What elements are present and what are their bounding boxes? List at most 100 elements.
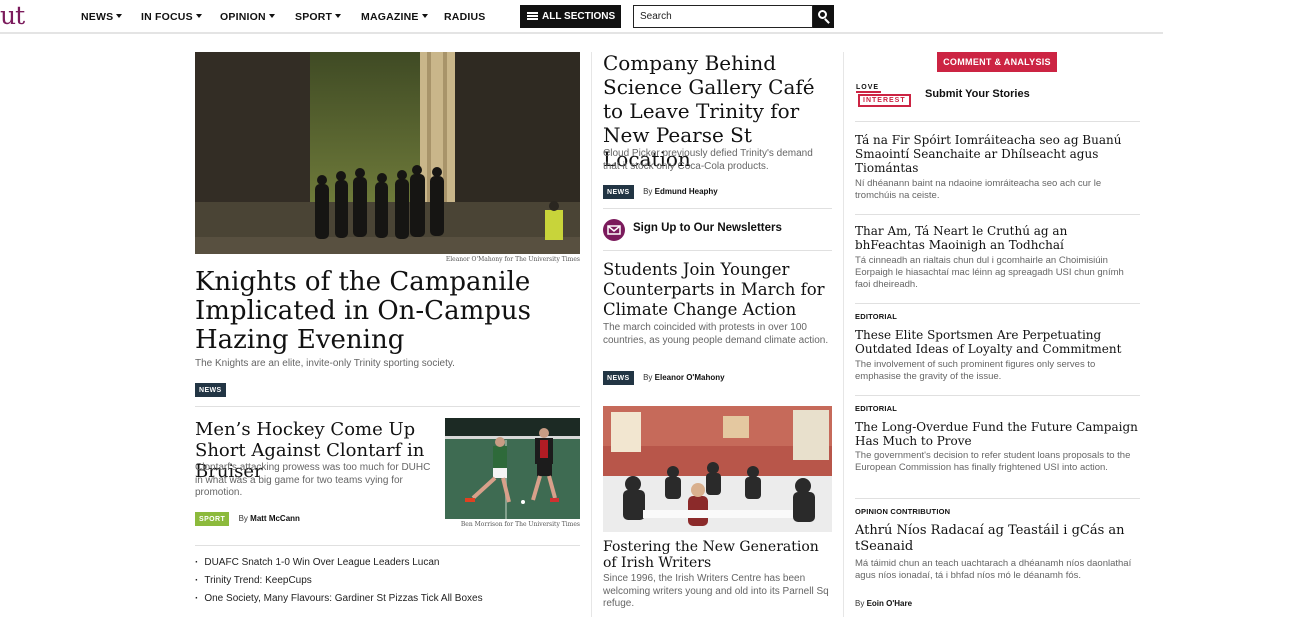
- climate-byline: By Eleanor O'Mahony: [643, 373, 725, 382]
- byline-prefix: By: [643, 373, 653, 382]
- comment-dek: Ní dhéanann baint na ndaoine iomráiteach…: [855, 178, 1102, 201]
- all-sections-label: ALL SECTIONS: [542, 11, 616, 22]
- byline-prefix: By: [238, 514, 248, 523]
- comment-analysis-label[interactable]: COMMENT & ANALYSIS: [937, 52, 1057, 72]
- newsletter-signup[interactable]: Sign Up to Our Newsletters: [603, 219, 832, 241]
- search-button[interactable]: [813, 5, 834, 28]
- climate-author-link[interactable]: Eleanor O'Mahony: [655, 373, 725, 382]
- divider: [603, 250, 832, 251]
- comment-dek: Má táimid chun an teach uachtarach a dhé…: [855, 558, 1132, 581]
- divider: [855, 498, 1140, 499]
- comment-dek: Tá cinneadh an rialtais chun dul i gcomh…: [855, 255, 1124, 290]
- more-story-link[interactable]: Trinity Trend: KeepCups: [204, 575, 311, 586]
- nav-magazine-label: MAGAZINE: [361, 11, 419, 23]
- lead-story-headline[interactable]: Knights of the Campanile Implicated in O…: [195, 268, 580, 355]
- writers-photo[interactable]: [603, 406, 832, 532]
- science-gallery-byline: By Edmund Heaphy: [643, 187, 718, 196]
- nav-in-focus-label: IN FOCUS: [141, 11, 193, 23]
- comment-headline[interactable]: These Elite Sportsmen Are Perpetuating O…: [855, 328, 1140, 356]
- lead-photo-credit: Eleanor O'Mahony for The University Time…: [445, 256, 580, 263]
- nav-radius[interactable]: RADIUS: [444, 11, 485, 23]
- love-logo-line2: INTEREST: [858, 94, 911, 107]
- divider: [855, 121, 1140, 122]
- nav-news-label: NEWS: [81, 11, 114, 23]
- divider: [603, 208, 832, 209]
- hockey-photo[interactable]: [445, 418, 580, 519]
- science-gallery-dek: Cloud Picker previously defied Trinity's…: [603, 148, 813, 172]
- search-input[interactable]: [633, 5, 813, 28]
- hockey-author-link[interactable]: Matt McCann: [250, 514, 300, 523]
- sport-tag[interactable]: SPORT: [195, 512, 230, 526]
- news-tag[interactable]: NEWS: [603, 185, 634, 199]
- lead-story-photo[interactable]: [195, 52, 580, 254]
- top-navigation-bar: ut NEWS IN FOCUS OPINION SPORT MAGAZINE …: [0, 0, 1163, 34]
- campanile-night-image: [195, 52, 580, 254]
- section-label-editorial[interactable]: EDITORIAL: [855, 312, 897, 321]
- news-tag[interactable]: NEWS: [603, 371, 634, 385]
- climate-byline-row: NEWS By Eleanor O'Mahony: [603, 367, 725, 385]
- writers-centre-image: [603, 406, 832, 532]
- comment-byline: By Eoin O'Hare: [855, 599, 912, 608]
- comment-author-link[interactable]: Eoin O'Hare: [867, 599, 912, 608]
- byline-prefix: By: [855, 599, 865, 608]
- list-item[interactable]: One Society, Many Flavours: Gardiner St …: [195, 593, 482, 611]
- nav-sport-label: SPORT: [295, 11, 333, 23]
- hockey-photo-credit: Ben Morrison for The University Times: [460, 521, 580, 528]
- all-sections-button[interactable]: ALL SECTIONS: [520, 5, 621, 28]
- caret-down-icon: [116, 14, 123, 18]
- newsletter-label: Sign Up to Our Newsletters: [633, 222, 782, 234]
- writers-dek: Since 1996, the Irish Writers Centre has…: [603, 573, 829, 609]
- comment-headline[interactable]: Thar Am, Tá Neart le Cruthú ag an bhFeac…: [855, 224, 1140, 252]
- section-label-opinion-contribution[interactable]: OPINION CONTRIBUTION: [855, 507, 950, 516]
- science-gallery-byline-row: NEWS By Edmund Heaphy: [603, 181, 718, 199]
- section-label-editorial[interactable]: EDITORIAL: [855, 404, 897, 413]
- divider: [195, 545, 580, 546]
- writers-headline[interactable]: Fostering the New Generation of Irish Wr…: [603, 539, 832, 571]
- more-story-link[interactable]: DUAFC Snatch 1-0 Win Over League Leaders…: [204, 557, 439, 568]
- list-item[interactable]: Trinity Trend: KeepCups: [195, 575, 483, 593]
- nav-opinion[interactable]: OPINION: [220, 11, 275, 23]
- divider: [855, 303, 1140, 304]
- climate-dek: The march coincided with protests in ove…: [603, 322, 829, 346]
- nav-sport[interactable]: SPORT: [295, 11, 342, 23]
- site-logo[interactable]: ut: [0, 1, 25, 30]
- caret-down-icon: [268, 14, 275, 18]
- divider: [855, 395, 1140, 396]
- caret-down-icon: [421, 14, 428, 18]
- nav-news[interactable]: NEWS: [81, 11, 123, 23]
- more-stories-list: DUAFC Snatch 1-0 Win Over League Leaders…: [195, 557, 483, 611]
- hockey-byline: By Matt McCann: [239, 514, 300, 523]
- more-story-link[interactable]: One Society, Many Flavours: Gardiner St …: [204, 593, 482, 604]
- caret-down-icon: [335, 14, 342, 18]
- love-interest-logo[interactable]: LOVE INTEREST: [856, 84, 914, 107]
- hockey-match-image: [445, 418, 580, 519]
- search-icon-handle: [824, 18, 830, 24]
- comment-headline[interactable]: Tá na Fir Spóirt Iomráiteacha seo ag Bua…: [855, 133, 1140, 175]
- column-divider: [843, 52, 844, 617]
- comment-dek: The government's decision to refer stude…: [855, 450, 1131, 473]
- love-logo-line1: LOVE: [856, 84, 882, 93]
- climate-headline[interactable]: Students Join Younger Counterparts in Ma…: [603, 260, 832, 320]
- nav-radius-label: RADIUS: [444, 11, 486, 23]
- science-gallery-author-link[interactable]: Edmund Heaphy: [655, 187, 718, 196]
- nav-magazine[interactable]: MAGAZINE: [361, 11, 428, 23]
- column-divider: [591, 52, 592, 617]
- caret-down-icon: [195, 14, 202, 18]
- nav-opinion-label: OPINION: [220, 11, 266, 23]
- lead-story-tag[interactable]: NEWS: [195, 379, 226, 397]
- lead-story-dek: The Knights are an elite, invite-only Tr…: [195, 358, 455, 369]
- envelope-icon: [603, 219, 625, 241]
- comment-headline[interactable]: The Long-Overdue Fund the Future Campaig…: [855, 420, 1140, 448]
- nav-in-focus[interactable]: IN FOCUS: [141, 11, 202, 23]
- byline-prefix: By: [643, 187, 653, 196]
- divider: [855, 214, 1140, 215]
- divider: [195, 406, 580, 407]
- menu-icon: [527, 12, 538, 20]
- list-item[interactable]: DUAFC Snatch 1-0 Win Over League Leaders…: [195, 557, 483, 575]
- news-tag: NEWS: [195, 383, 226, 397]
- hockey-dek: Clontarf's attacking prowess was too muc…: [195, 462, 431, 498]
- comment-dek: The involvement of such prominent figure…: [855, 359, 1096, 382]
- hockey-byline-row: SPORT By Matt McCann: [195, 508, 300, 526]
- submit-stories-link[interactable]: Submit Your Stories: [925, 88, 1030, 100]
- comment-headline[interactable]: Athrú Níos Radacaí ag Teastáil i gCás an…: [855, 523, 1140, 555]
